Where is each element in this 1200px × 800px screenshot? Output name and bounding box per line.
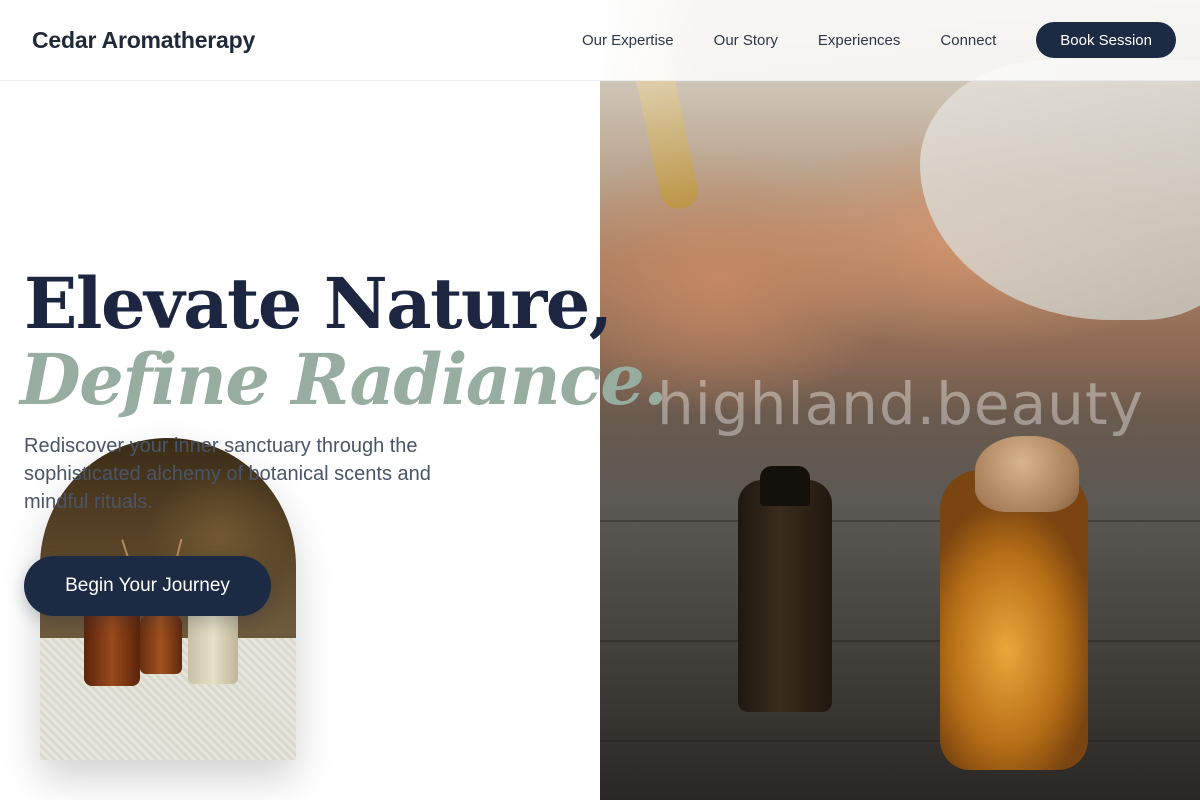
watermark-text: highland.beauty <box>657 370 1144 438</box>
photo-sleeve <box>920 60 1200 320</box>
nav-link-our-expertise[interactable]: Our Expertise <box>582 32 674 49</box>
nav-link-connect[interactable]: Connect <box>940 32 996 49</box>
main-nav: Our Expertise Our Story Experiences Conn… <box>582 22 1176 58</box>
book-session-button[interactable]: Book Session <box>1036 22 1176 58</box>
nav-link-our-story[interactable]: Our Story <box>714 32 778 49</box>
nav-link-experiences[interactable]: Experiences <box>818 32 901 49</box>
photo-oil-jar <box>940 470 1088 770</box>
hero-title-line2: Define Radiance. <box>20 338 668 421</box>
photo-dark-bottle <box>738 466 832 712</box>
amber-bottle-small <box>140 614 182 674</box>
hero-title: Elevate Nature, Define Radiance. <box>20 262 668 418</box>
begin-journey-button[interactable]: Begin Your Journey <box>24 556 271 616</box>
hero-subtitle: Rediscover your inner sanctuary through … <box>24 435 431 513</box>
hero-title-line1: Elevate Nature, <box>24 262 613 345</box>
site-header: Cedar Aromatherapy Our Expertise Our Sto… <box>0 0 1200 81</box>
photo-wood-grain <box>600 740 1200 742</box>
photo-wood-grain <box>600 640 1200 642</box>
photo-cork <box>975 436 1079 512</box>
photo-wood-grain <box>600 520 1200 522</box>
brand-logo[interactable]: Cedar Aromatherapy <box>32 27 255 54</box>
hero-photo: highland.beauty <box>600 0 1200 800</box>
